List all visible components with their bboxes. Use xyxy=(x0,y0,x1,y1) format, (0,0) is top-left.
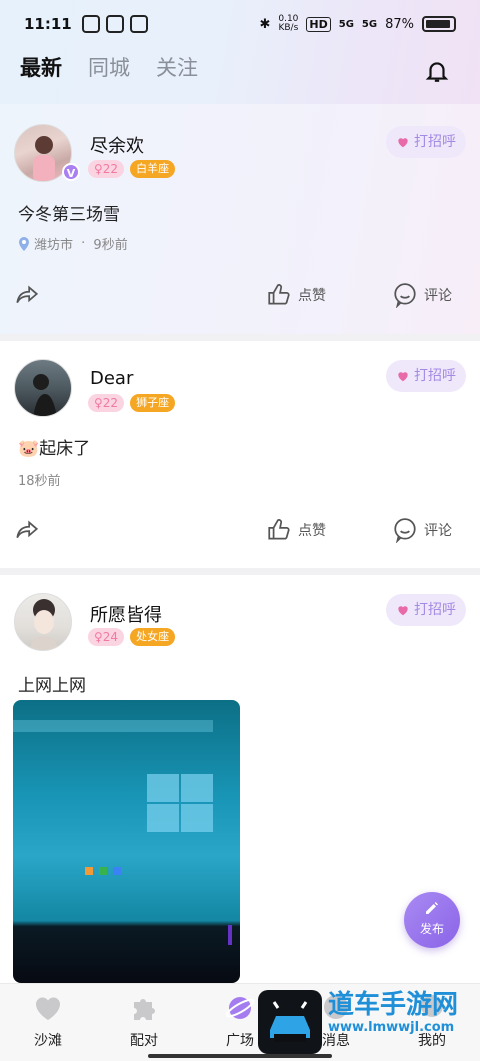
status-time: 11:11 xyxy=(24,15,72,33)
tab-nearby[interactable]: 同城 xyxy=(88,52,130,82)
status-right: ✱ 0.10 KB/s HD 5G 5G 87% xyxy=(259,15,456,33)
separator xyxy=(0,568,480,575)
heart-icon xyxy=(35,997,61,1020)
status-bar: 11:11 ✱ 0.10 KB/s HD 5G 5G 87% xyxy=(0,0,480,48)
zodiac-badge: 白羊座 xyxy=(130,160,176,178)
bluetooth-icon: ✱ xyxy=(259,16,271,32)
net-speed: 0.10 KB/s xyxy=(278,14,299,33)
app-notification-icon xyxy=(81,15,100,33)
user-badges: ♀22 白羊座 xyxy=(88,160,176,178)
post-time: 9秒前 xyxy=(93,238,128,253)
signal-icon: 5G xyxy=(361,18,378,30)
post-image[interactable] xyxy=(13,700,240,983)
like-button[interactable]: 点赞 xyxy=(266,517,326,543)
comment-icon xyxy=(394,518,416,543)
post-meta: 18秒前 xyxy=(18,470,61,489)
watermark-logo xyxy=(258,990,322,1054)
age-badge: ♀24 xyxy=(88,628,125,646)
age-badge: ♀22 xyxy=(88,394,125,412)
heart-icon xyxy=(398,606,408,616)
username[interactable]: Dear xyxy=(90,368,133,389)
separator xyxy=(0,334,480,341)
watermark-text: 道车手游网 xyxy=(328,990,459,1020)
hd-icon: HD xyxy=(306,16,331,32)
location-pin-icon xyxy=(19,236,29,251)
tab-latest[interactable]: 最新 xyxy=(20,52,62,84)
post-text: 今冬第三场雪 xyxy=(18,205,120,225)
greet-button[interactable]: 打招呼 xyxy=(386,594,466,626)
signal-icon: 5G xyxy=(338,18,354,30)
battery-icon xyxy=(422,16,456,32)
planet-icon xyxy=(225,997,255,1019)
nav-beach[interactable]: 沙滩 xyxy=(8,992,88,1050)
nav-match[interactable]: 配对 xyxy=(104,992,184,1050)
share-icon[interactable] xyxy=(14,517,40,543)
post-time: 18秒前 xyxy=(18,474,61,489)
meta-dot: · xyxy=(77,236,90,251)
heart-icon xyxy=(398,138,408,148)
user-badges: ♀24 处女座 xyxy=(88,628,176,646)
post-card[interactable]: V 尽余欢 ♀22 白羊座 打招呼 今冬第三场雪 潍坊市 · 9秒前 点赞 评论 xyxy=(0,104,480,334)
watermark: 道车手游网 www.lmwwjl.com xyxy=(258,990,458,1054)
app-notification-icon xyxy=(105,15,124,33)
thumbs-up-icon xyxy=(268,519,290,540)
zodiac-badge: 狮子座 xyxy=(130,394,176,412)
puzzle-icon xyxy=(134,999,155,1020)
battery-percent: 87% xyxy=(385,16,414,32)
greet-button[interactable]: 打招呼 xyxy=(386,360,466,392)
comment-button[interactable]: 评论 xyxy=(392,517,452,543)
user-badges: ♀22 狮子座 xyxy=(88,394,176,412)
watermark-url: www.lmwwjl.com xyxy=(328,1020,455,1035)
post-card[interactable]: Dear ♀22 狮子座 打招呼 🐷起床了 18秒前 点赞 评论 xyxy=(0,341,480,568)
greet-button[interactable]: 打招呼 xyxy=(386,126,466,158)
publish-button[interactable]: 发布 xyxy=(404,892,460,948)
like-button[interactable]: 点赞 xyxy=(266,282,326,308)
heart-icon xyxy=(398,372,408,382)
post-text: 🐷起床了 xyxy=(18,439,91,459)
tab-following[interactable]: 关注 xyxy=(156,52,198,82)
top-tabs: 最新 同城 关注 xyxy=(20,52,198,84)
post-text: 上网上网 xyxy=(18,676,86,696)
username[interactable]: 所愿皆得 xyxy=(90,601,162,627)
avatar[interactable] xyxy=(14,359,72,417)
share-icon[interactable] xyxy=(14,282,40,308)
thumbs-up-icon xyxy=(268,284,290,305)
comment-button[interactable]: 评论 xyxy=(392,282,452,308)
age-badge: ♀22 xyxy=(88,160,125,178)
post-meta: 潍坊市 · 9秒前 xyxy=(18,234,128,253)
pen-icon xyxy=(426,902,438,914)
zodiac-badge: 处女座 xyxy=(130,628,176,646)
verified-icon: V xyxy=(62,163,80,181)
bell-icon[interactable] xyxy=(424,58,450,84)
home-indicator xyxy=(148,1054,332,1058)
avatar[interactable] xyxy=(14,593,72,651)
username[interactable]: 尽余欢 xyxy=(90,132,144,158)
post-location: 潍坊市 xyxy=(34,238,74,253)
app-notification-icon xyxy=(129,15,148,33)
comment-icon xyxy=(394,283,416,308)
